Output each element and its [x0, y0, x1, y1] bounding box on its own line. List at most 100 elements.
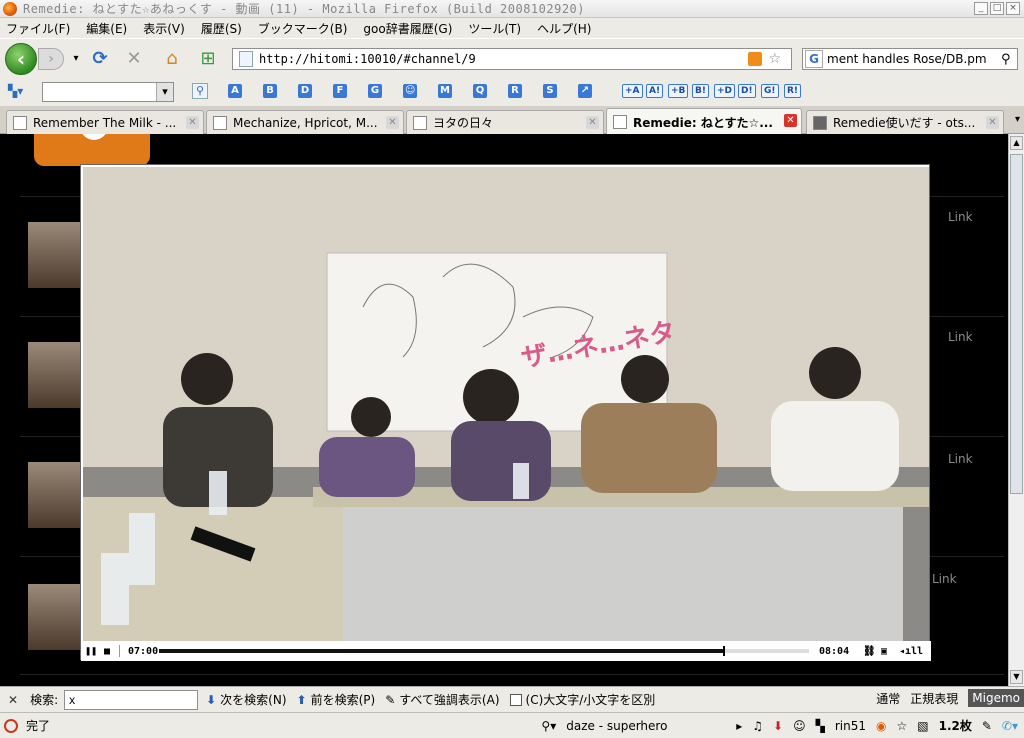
firefox-addon-icon[interactable]: ◉ — [876, 719, 886, 733]
bookmark-q[interactable]: Q — [473, 84, 487, 98]
bookmark-f[interactable]: F — [333, 84, 347, 98]
history-dropdown-icon[interactable]: ▾ — [66, 49, 86, 69]
star-icon[interactable]: ☆ — [896, 719, 907, 733]
bookmark-star-icon[interactable]: ☆ — [768, 51, 781, 67]
mode-regex[interactable]: 正規表現 — [910, 690, 958, 707]
scroll-down-icon[interactable]: ▼ — [1010, 670, 1023, 684]
tab-yota[interactable]: ヨタの日々 ✕ — [406, 110, 604, 134]
find-input[interactable] — [64, 689, 199, 710]
tab-remedie-active[interactable]: Remedie: ねとすた☆... ✕ — [606, 108, 802, 135]
bookmark-b[interactable]: B — [263, 84, 277, 98]
bookmark-face[interactable]: ☺ — [403, 84, 418, 98]
search-input[interactable]: ment handles Rose/DB.pm — [827, 52, 1001, 66]
search-icon[interactable]: ⚲ — [1001, 52, 1017, 67]
image-icon[interactable]: ▧ — [917, 719, 928, 733]
magnifier-icon[interactable]: ⚲ — [192, 83, 208, 99]
forward-button[interactable]: › — [38, 48, 64, 70]
highlight-all-button[interactable]: ✎ すべて強調表示(A) — [385, 691, 499, 708]
find-prev-button[interactable]: ⬆ 前を検索(P) — [297, 691, 376, 708]
close-tab-icon[interactable]: ✕ — [186, 116, 199, 129]
url-text[interactable]: http://hitomi:10010/#channel/9 — [259, 52, 748, 66]
stop-icon[interactable]: ✕ — [124, 49, 144, 69]
menu-view[interactable]: 表示(V) — [143, 20, 185, 37]
mode-migemo[interactable]: Migemo — [968, 689, 1024, 707]
seek-bar[interactable] — [159, 646, 809, 656]
home-icon[interactable]: ⌂ — [162, 49, 182, 69]
rss-feed-icon[interactable] — [748, 52, 763, 66]
smiley-icon[interactable]: ☺ — [793, 719, 806, 733]
video-player[interactable]: ザ…ネ…ネタ ❚❚ ■ 07:00 08:04 ⛓ ▣ ◂ıll — [80, 164, 931, 661]
music-icon[interactable]: ♫ — [752, 719, 763, 733]
toolbar-select[interactable] — [42, 82, 174, 102]
toolbar-menu-icon[interactable]: ▚▾ — [8, 84, 23, 98]
menu-tools[interactable]: ツール(T) — [468, 20, 521, 37]
find-next-button[interactable]: ⬇ 次を検索(N) — [206, 691, 286, 708]
url-bar[interactable]: http://hitomi:10010/#channel/9 ☆ — [232, 48, 792, 70]
bookmark-r-bang[interactable]: R! — [784, 84, 802, 98]
menu-file[interactable]: ファイル(F) — [6, 20, 70, 37]
bookmark-m[interactable]: M — [438, 84, 452, 98]
menu-edit[interactable]: 編集(E) — [86, 20, 127, 37]
back-button[interactable]: ‹ — [5, 43, 37, 75]
bookmark-d[interactable]: D — [298, 84, 312, 98]
username[interactable]: rin51 — [835, 719, 866, 733]
close-find-icon[interactable]: ✕ — [8, 693, 18, 707]
bookmark-plus-d[interactable]: +D — [714, 84, 736, 98]
link-icon[interactable]: ⛓ — [863, 646, 876, 657]
tab-remember-the-milk[interactable]: Remember The Milk - ... ✕ — [6, 110, 204, 134]
close-tab-icon[interactable]: ✕ — [386, 116, 399, 129]
minimize-button[interactable]: _ — [974, 2, 988, 15]
video-frame[interactable]: ザ…ネ…ネタ — [83, 167, 929, 641]
bookmark-a[interactable]: A — [228, 84, 242, 98]
play-icon[interactable]: ▸ — [736, 719, 742, 733]
bookmark-plus-b[interactable]: +B — [668, 84, 689, 98]
scroll-up-icon[interactable]: ▲ — [1010, 136, 1023, 150]
stop-icon[interactable]: ■ — [101, 646, 113, 657]
twitter-icon[interactable]: ✆▾ — [1002, 719, 1018, 733]
search-engine-icon[interactable]: G — [805, 50, 823, 68]
match-case-checkbox[interactable]: (C)大文字/小文字を区別 — [509, 691, 655, 708]
tab-remedie-blog[interactable]: Remedie使いだす - ots... ✕ — [806, 110, 1004, 134]
menu-help[interactable]: ヘルプ(H) — [537, 20, 591, 37]
bookmark-r[interactable]: R — [508, 84, 522, 98]
bookmark-b-bang[interactable]: B! — [692, 84, 709, 98]
item-thumbnail[interactable] — [28, 462, 80, 528]
scroll-thumb[interactable] — [1010, 154, 1023, 494]
bookmark-s[interactable]: S — [543, 84, 557, 98]
bookmark-plus-a[interactable]: +A — [622, 84, 643, 98]
menu-history[interactable]: 履歴(S) — [201, 20, 242, 37]
vertical-scrollbar[interactable]: ▲ ▼ — [1008, 134, 1024, 686]
item-link[interactable]: Link — [948, 330, 973, 344]
close-tab-icon[interactable]: ✕ — [586, 116, 599, 129]
volume-icon[interactable]: ◂ıll — [899, 646, 923, 657]
menu-goo-history[interactable]: goo辞書履歴(G) — [363, 20, 452, 37]
bookmark-g[interactable]: G — [368, 84, 382, 98]
search-icon[interactable]: ⚲▾ — [541, 719, 556, 733]
maximize-button[interactable]: □ — [990, 2, 1004, 15]
menu-bookmarks[interactable]: ブックマーク(B) — [258, 20, 348, 37]
search-box[interactable]: G ment handles Rose/DB.pm ⚲ — [802, 48, 1018, 70]
close-tab-icon[interactable]: ✕ — [784, 114, 797, 127]
bookmark-chart[interactable]: ↗ — [578, 84, 592, 98]
bookmark-g-bang[interactable]: G! — [761, 84, 779, 98]
bookmark-d-bang[interactable]: D! — [738, 84, 756, 98]
close-window-button[interactable]: × — [1006, 2, 1020, 15]
download-arrow-icon[interactable]: ⬇ — [773, 719, 783, 733]
fullscreen-icon[interactable]: ▣ — [881, 646, 887, 657]
mode-normal[interactable]: 通常 — [876, 690, 900, 707]
checkbox-box[interactable] — [509, 693, 522, 706]
item-thumbnail[interactable] — [28, 342, 80, 408]
bookmark-a-bang[interactable]: A! — [646, 84, 664, 98]
add-bookmark-icon[interactable]: ⊞ — [198, 49, 218, 69]
tab-list-icon[interactable]: ▾ — [1015, 114, 1020, 125]
reload-icon[interactable]: ⟳ — [90, 49, 110, 69]
item-thumbnail[interactable] — [28, 222, 80, 288]
item-thumbnail[interactable] — [28, 584, 80, 650]
seek-handle[interactable] — [723, 646, 726, 656]
item-link[interactable]: Link — [948, 210, 973, 224]
item-link[interactable]: Link — [948, 452, 973, 466]
pause-icon[interactable]: ❚❚ — [85, 646, 97, 657]
item-link[interactable]: Link — [932, 572, 957, 586]
tab-mechanize[interactable]: Mechanize, Hpricot, M... ✕ — [206, 110, 404, 134]
edit-icon[interactable]: ✎ — [982, 719, 992, 733]
